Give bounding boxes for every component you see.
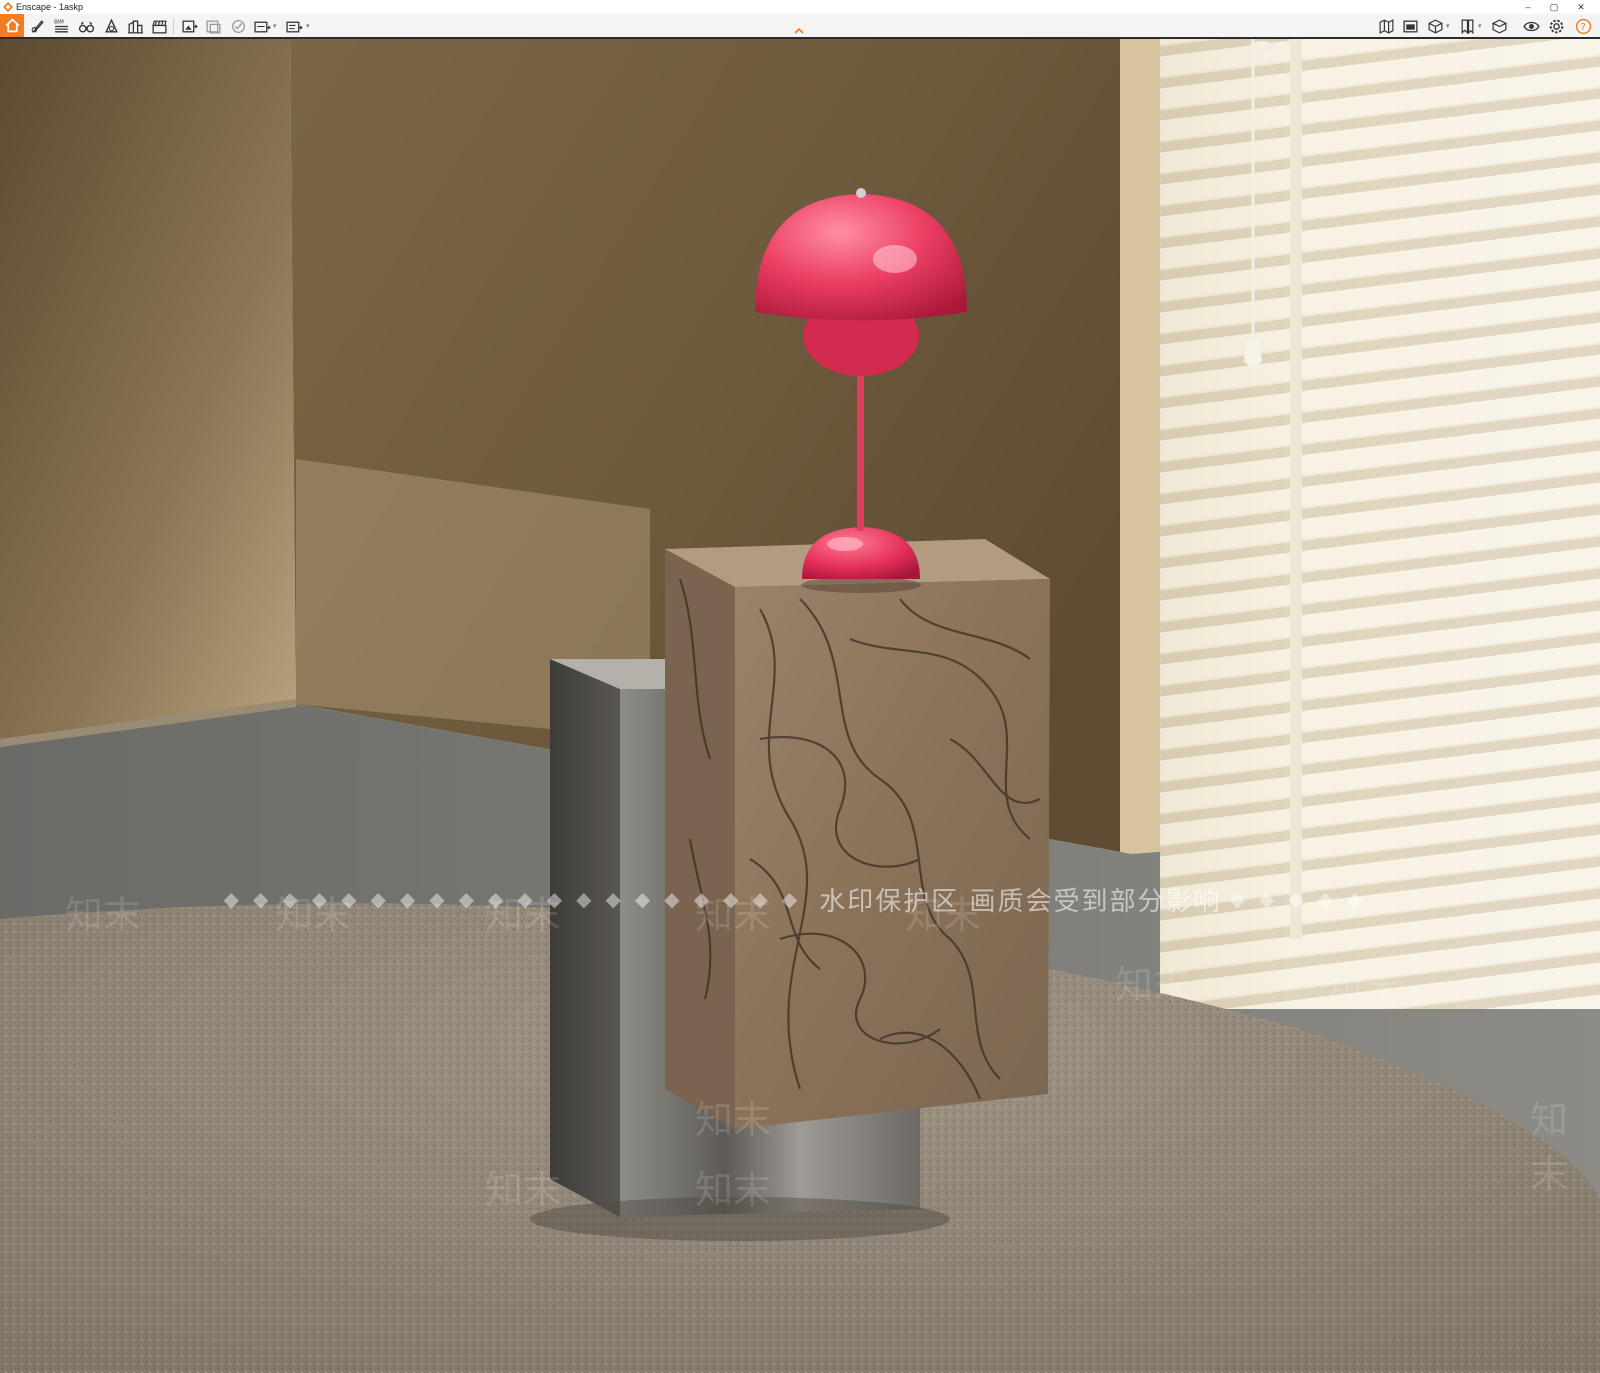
home-icon — [5, 18, 19, 33]
render-image-button[interactable] — [178, 16, 200, 36]
settings-button[interactable] — [1545, 16, 1567, 36]
lamp-base-highlight — [827, 537, 863, 551]
export-exe-icon — [285, 21, 303, 32]
bim-icon: BIM — [54, 19, 68, 32]
material-editor-button[interactable] — [1488, 16, 1510, 36]
watermark-mark: 知末 — [1325, 963, 1402, 1007]
title-bar: Enscape - 1askp – ▢ ✕ — [0, 0, 1600, 14]
watermark-text: 水印保护区 画质会受到部分影响 — [819, 886, 1222, 917]
batch-render-icon — [205, 20, 221, 34]
map-view-button[interactable] — [1375, 16, 1397, 36]
blind-cord-top — [1250, 41, 1274, 53]
water-drop-icon — [104, 17, 118, 33]
close-button[interactable]: ✕ — [1570, 0, 1592, 14]
blind-rod — [1290, 39, 1302, 939]
enscape-toolbar: BIM ▾ ▾ ▾ ▾ ? — [0, 14, 1600, 39]
lamp-stem — [857, 359, 864, 531]
chevron-down-icon[interactable]: ▾ — [1446, 22, 1450, 30]
batch-render-button[interactable] — [202, 16, 224, 36]
blinds-sunlight-overlay — [1160, 39, 1600, 1009]
window-title: Enscape - 1askp — [16, 2, 84, 12]
material-editor-icon — [1491, 18, 1507, 34]
chevron-down-icon[interactable]: ▾ — [1478, 22, 1482, 30]
wood-block-side — [665, 549, 735, 1129]
paint-brush-button[interactable] — [26, 16, 48, 36]
vr-headset-icon — [231, 19, 245, 33]
watermark-mark: 知末 — [695, 1168, 772, 1212]
maximize-button[interactable]: ▢ — [1543, 0, 1565, 14]
lamp-finial — [856, 188, 866, 198]
toolbar-separator — [173, 18, 174, 34]
window-panel-icon — [1402, 20, 1418, 32]
help-icon: ? — [1575, 18, 1591, 34]
lamp-base-shadow — [801, 577, 921, 593]
bim-button[interactable]: BIM — [50, 16, 72, 36]
watermark-diamonds: ◆◆◆◆◆ — [1229, 887, 1377, 911]
watermark-banner: ◆◆◆◆◆◆◆◆◆◆◆◆◆◆◆◆◆◆◆◆ 水印保护区 画质会受到部分影响 ◆◆◆… — [0, 881, 1600, 917]
watermark-mark: 知末 — [1115, 963, 1192, 1007]
wood-block-front — [735, 579, 1050, 1129]
lamp-shade-highlight — [873, 245, 917, 273]
export-exe-button[interactable] — [283, 16, 305, 36]
clapperboard-icon — [151, 20, 167, 34]
chevron-down-icon[interactable]: ▾ — [273, 22, 277, 30]
left-wall — [0, 39, 296, 744]
binoculars-button[interactable] — [75, 16, 97, 36]
render-scene — [0, 39, 1600, 1373]
atmosphere-button[interactable] — [100, 16, 122, 36]
paint-brush-icon — [31, 19, 44, 32]
svg-text:?: ? — [1580, 22, 1585, 33]
settings-icon — [1549, 19, 1563, 33]
home-button[interactable] — [0, 14, 24, 37]
watermark-mark: 知末 — [1530, 1098, 1569, 1197]
minimize-button[interactable]: – — [1517, 0, 1539, 14]
asset-library-button[interactable] — [124, 16, 146, 36]
bookmarks-icon — [1461, 19, 1473, 34]
visibility-icon — [1522, 21, 1540, 31]
blind-cord-pull — [1244, 339, 1262, 367]
vr-headset-button[interactable] — [227, 16, 249, 36]
visibility-button[interactable] — [1520, 16, 1542, 36]
enscape-logo-icon — [3, 2, 13, 12]
svg-text:BIM: BIM — [54, 19, 64, 25]
watermark-mark: 知末 — [695, 1098, 772, 1142]
video-editor-button[interactable] — [148, 16, 170, 36]
watermark-mark: 知末 — [485, 1168, 562, 1212]
export-panorama-icon — [253, 21, 271, 32]
render-viewport[interactable]: 知末 知末 知末 知末 知末 知末 知末 知末 知末 知末 知末 ◆◆◆◆◆◆◆… — [0, 39, 1600, 1373]
binoculars-icon — [78, 21, 94, 33]
bookmarks-button[interactable] — [1456, 16, 1478, 36]
collapse-toolbar-icon[interactable] — [793, 26, 805, 36]
window-panel-button[interactable] — [1399, 16, 1421, 36]
cube-view-button[interactable] — [1424, 16, 1446, 36]
watermark-diamonds: ◆◆◆◆◆◆◆◆◆◆◆◆◆◆◆◆◆◆◆◆ — [223, 887, 812, 911]
map-view-icon — [1379, 18, 1393, 34]
cube-view-icon — [1428, 18, 1442, 34]
assets-library-icon — [127, 20, 143, 34]
help-button[interactable]: ? — [1572, 16, 1594, 36]
chevron-down-icon[interactable]: ▾ — [306, 22, 310, 30]
render-image-icon — [181, 20, 198, 32]
export-panorama-button[interactable] — [251, 16, 273, 36]
